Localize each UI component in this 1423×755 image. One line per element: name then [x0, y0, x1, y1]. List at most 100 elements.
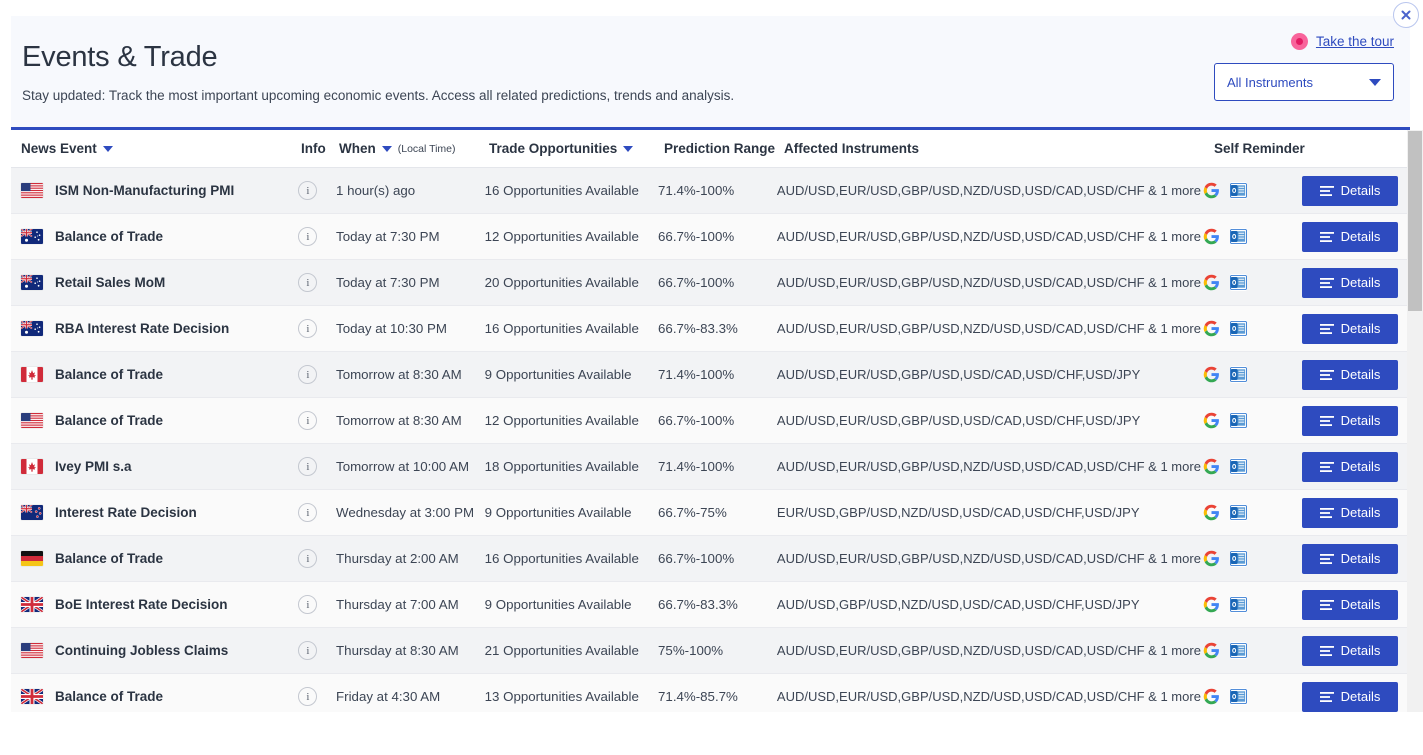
table-row[interactable]: Balance of Trade i Tomorrow at 8:30 AM 9…	[11, 352, 1410, 398]
google-calendar-reminder-icon[interactable]	[1203, 550, 1221, 568]
event-name: BoE Interest Rate Decision	[55, 597, 228, 612]
opportunities-value: 16 Opportunities Available	[484, 320, 639, 336]
tour-dot-icon	[1290, 33, 1308, 50]
google-calendar-reminder-icon[interactable]	[1203, 458, 1221, 476]
info-icon[interactable]: i	[298, 549, 318, 568]
table-row[interactable]: Interest Rate Decision i Wednesday at 3:…	[11, 490, 1410, 536]
vertical-scrollbar-track[interactable]	[1407, 130, 1423, 712]
table-row[interactable]: BoE Interest Rate Decision i Thursday at…	[11, 582, 1410, 628]
when-value: Thursday at 7:00 AM	[336, 596, 459, 612]
info-icon[interactable]: i	[298, 273, 318, 292]
cell-trade-opportunities: 12 Opportunities Available	[485, 412, 658, 430]
outlook-reminder-icon[interactable]	[1229, 504, 1247, 521]
cell-trade-opportunities: 9 Opportunities Available	[485, 504, 658, 522]
table-row[interactable]: Ivey PMI s.a i Tomorrow at 10:00 AM 18 O…	[11, 444, 1410, 490]
cell-affected-instruments: EUR/USD,GBP/USD,NZD/USD,USD/CAD,USD/CHF,…	[777, 504, 1203, 522]
when-value: Tomorrow at 10:00 AM	[336, 458, 470, 474]
cell-when: Tomorrow at 8:30 AM	[336, 366, 485, 384]
table-row[interactable]: RBA Interest Rate Decision i Today at 10…	[11, 306, 1410, 352]
instruments-value: AUD/USD,GBP/USD,NZD/USD,USD/CAD,USD/CHF,…	[776, 596, 1140, 612]
google-calendar-reminder-icon[interactable]	[1203, 596, 1221, 614]
outlook-reminder-icon[interactable]	[1229, 320, 1247, 337]
column-header-news-event[interactable]: News Event	[21, 141, 301, 156]
column-header-when[interactable]: When (Local Time)	[339, 141, 489, 156]
details-button-label: Details	[1340, 689, 1381, 704]
details-button[interactable]: Details	[1302, 543, 1399, 574]
cell-prediction-range: 66.7%-83.3%	[658, 596, 777, 614]
info-icon[interactable]: i	[298, 227, 318, 246]
info-icon[interactable]: i	[298, 595, 318, 614]
event-name: Interest Rate Decision	[55, 505, 197, 520]
info-icon[interactable]: i	[298, 181, 318, 200]
cell-when: Today at 10:30 PM	[336, 320, 485, 338]
details-button[interactable]: Details	[1302, 589, 1399, 620]
details-button[interactable]: Details	[1302, 405, 1399, 436]
outlook-reminder-icon[interactable]	[1229, 366, 1247, 383]
table-row[interactable]: Balance of Trade i Thursday at 2:00 AM 1…	[11, 536, 1410, 582]
details-button-label: Details	[1340, 275, 1381, 290]
table-row[interactable]: Retail Sales MoM i Today at 7:30 PM 20 O…	[11, 260, 1410, 306]
google-calendar-reminder-icon[interactable]	[1203, 366, 1221, 384]
table-row[interactable]: ISM Non-Manufacturing PMI i 1 hour(s) ag…	[11, 168, 1410, 214]
details-button[interactable]: Details	[1302, 359, 1399, 390]
cell-info: i	[298, 319, 336, 338]
instrument-filter-select[interactable]: All Instruments	[1214, 63, 1394, 101]
info-icon[interactable]: i	[298, 365, 318, 384]
cell-self-reminder	[1203, 182, 1302, 200]
google-calendar-reminder-icon[interactable]	[1203, 412, 1221, 430]
opportunities-value: 21 Opportunities Available	[484, 642, 639, 658]
outlook-reminder-icon[interactable]	[1229, 412, 1247, 429]
cell-prediction-range: 66.7%-100%	[658, 228, 777, 246]
table-row[interactable]: Continuing Jobless Claims i Thursday at …	[11, 628, 1410, 674]
column-header-self-reminder: Self Reminder	[1214, 141, 1314, 156]
cell-details: Details	[1302, 635, 1410, 666]
cell-details: Details	[1302, 175, 1410, 206]
details-button[interactable]: Details	[1302, 635, 1399, 666]
google-calendar-reminder-icon[interactable]	[1203, 504, 1221, 522]
column-header-trade-opportunities[interactable]: Trade Opportunities	[489, 141, 664, 156]
cell-news-event: RBA Interest Rate Decision	[21, 321, 298, 336]
info-icon[interactable]: i	[298, 641, 318, 660]
google-calendar-reminder-icon[interactable]	[1203, 688, 1221, 706]
instruments-value: AUD/USD,EUR/USD,GBP/USD,NZD/USD,USD/CAD,…	[776, 274, 1201, 290]
info-icon[interactable]: i	[298, 503, 318, 522]
cell-trade-opportunities: 9 Opportunities Available	[485, 366, 658, 384]
outlook-reminder-icon[interactable]	[1229, 182, 1247, 199]
details-button[interactable]: Details	[1302, 313, 1399, 344]
details-button[interactable]: Details	[1302, 267, 1399, 298]
info-icon[interactable]: i	[298, 687, 318, 706]
info-icon[interactable]: i	[298, 319, 318, 338]
outlook-reminder-icon[interactable]	[1229, 688, 1247, 705]
take-the-tour-button[interactable]: Take the tour	[1290, 33, 1394, 50]
outlook-reminder-icon[interactable]	[1229, 458, 1247, 475]
google-calendar-reminder-icon[interactable]	[1203, 182, 1221, 200]
details-button[interactable]: Details	[1302, 221, 1399, 252]
google-calendar-reminder-icon[interactable]	[1203, 228, 1221, 246]
local-time-note: (Local Time)	[397, 142, 456, 155]
outlook-reminder-icon[interactable]	[1229, 550, 1247, 567]
details-button[interactable]: Details	[1302, 175, 1399, 206]
flag-icon-ca	[21, 367, 43, 382]
info-icon[interactable]: i	[298, 411, 318, 430]
table-row[interactable]: Balance of Trade i Friday at 4:30 AM 13 …	[11, 674, 1410, 712]
google-calendar-reminder-icon[interactable]	[1203, 274, 1221, 292]
cell-when: 1 hour(s) ago	[336, 182, 485, 200]
outlook-reminder-icon[interactable]	[1229, 596, 1247, 613]
google-calendar-reminder-icon[interactable]	[1203, 642, 1221, 660]
outlook-reminder-icon[interactable]	[1229, 228, 1247, 245]
vertical-scrollbar-thumb[interactable]	[1408, 131, 1422, 311]
outlook-reminder-icon[interactable]	[1229, 642, 1247, 659]
details-button[interactable]: Details	[1302, 497, 1399, 528]
table-row[interactable]: Balance of Trade i Today at 7:30 PM 12 O…	[11, 214, 1410, 260]
table-row[interactable]: Balance of Trade i Tomorrow at 8:30 AM 1…	[11, 398, 1410, 444]
details-button[interactable]: Details	[1302, 681, 1399, 712]
cell-prediction-range: 71.4%-85.7%	[658, 688, 777, 706]
when-value: Wednesday at 3:00 PM	[336, 504, 475, 520]
close-icon[interactable]	[1393, 2, 1419, 28]
google-calendar-reminder-icon[interactable]	[1203, 320, 1221, 338]
info-icon[interactable]: i	[298, 457, 318, 476]
cell-prediction-range: 66.7%-100%	[658, 274, 777, 292]
outlook-reminder-icon[interactable]	[1229, 274, 1247, 291]
details-button[interactable]: Details	[1302, 451, 1399, 482]
opportunities-value: 20 Opportunities Available	[484, 274, 639, 290]
